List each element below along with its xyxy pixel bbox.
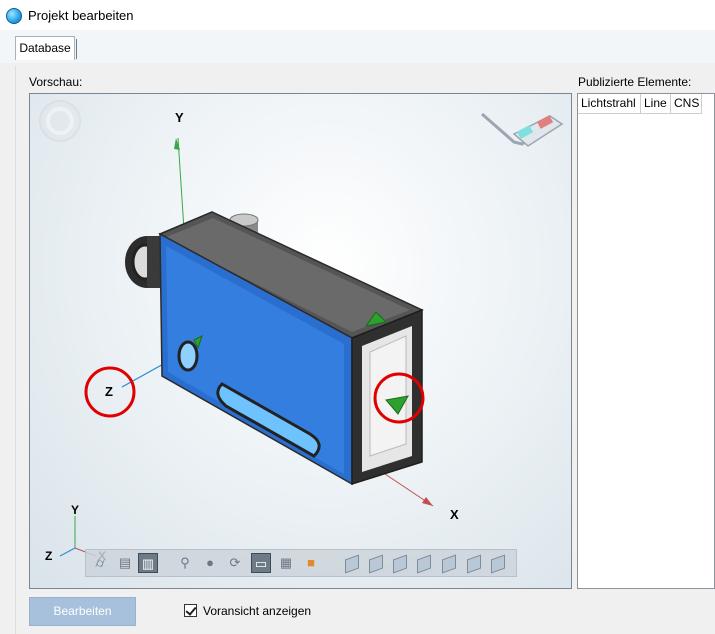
app-icon [6, 8, 22, 24]
cylinder-outline-icon[interactable]: ⌭ [90, 553, 110, 573]
tab-strip: Database [0, 30, 715, 63]
title-bar: Projekt bearbeiten [0, 0, 715, 31]
mesh-icon[interactable]: ▦ [276, 553, 296, 573]
view-top-icon[interactable] [442, 554, 456, 574]
cylinder-shaded-icon[interactable]: ▤ [115, 553, 135, 573]
show-preview-checkbox[interactable] [184, 604, 197, 617]
view-right-icon[interactable] [417, 554, 431, 574]
checkmark-icon [185, 604, 197, 616]
published-elements-table[interactable]: Lichtstrahl Line CNS [577, 93, 715, 589]
published-elements-label: Publizierte Elemente: [578, 75, 692, 89]
sensor-housing [158, 211, 424, 486]
column-header-line[interactable]: Line [641, 94, 671, 114]
view-front-icon[interactable] [345, 554, 359, 574]
x-axis-arrow-icon [422, 497, 433, 506]
sphere-icon[interactable]: ● [200, 553, 220, 573]
box-orange-icon[interactable]: ■ [301, 553, 321, 573]
view-bottom-icon[interactable] [467, 554, 481, 574]
column-header-lichtstrahl[interactable]: Lichtstrahl [578, 94, 641, 114]
preview-label: Vorschau: [29, 75, 83, 89]
view-left-icon[interactable] [393, 554, 407, 574]
y-axis-label: Y [175, 110, 184, 125]
preview-3d-scene [39, 100, 564, 557]
rotate-icon[interactable]: ⟳ [225, 553, 245, 573]
edit-button[interactable]: Bearbeiten [29, 597, 136, 626]
viewer-toolbar: ⌭ ▤ ▥ ⚲ ● ⟳ ▭ ▦ ■ [85, 549, 517, 577]
triad-y-label: Y [71, 503, 80, 517]
z-axis-label: Z [105, 384, 113, 399]
window-title: Projekt bearbeiten [28, 8, 134, 23]
triad-z-label: Z [45, 549, 53, 563]
column-header-cns[interactable]: CNS [671, 94, 702, 114]
view-back-icon[interactable] [369, 554, 383, 574]
x-axis-label: X [450, 507, 459, 522]
preview-viewport[interactable]: Y X Z Y Z X [29, 93, 572, 589]
view-iso-icon[interactable] [491, 554, 505, 574]
navigation-ring-icon[interactable] [39, 100, 81, 142]
stereo-glasses-icon[interactable] [481, 112, 564, 147]
tab-database[interactable]: Database [15, 36, 77, 60]
window-icon[interactable]: ▭ [251, 553, 271, 573]
show-preview-label[interactable]: Voransicht anzeigen [203, 604, 311, 618]
zoom-icon[interactable]: ⚲ [175, 553, 195, 573]
cylinder-active-icon[interactable]: ▥ [138, 553, 158, 573]
y-axis-arrow-icon [174, 138, 180, 150]
table-header: Lichtstrahl Line CNS [578, 94, 702, 114]
